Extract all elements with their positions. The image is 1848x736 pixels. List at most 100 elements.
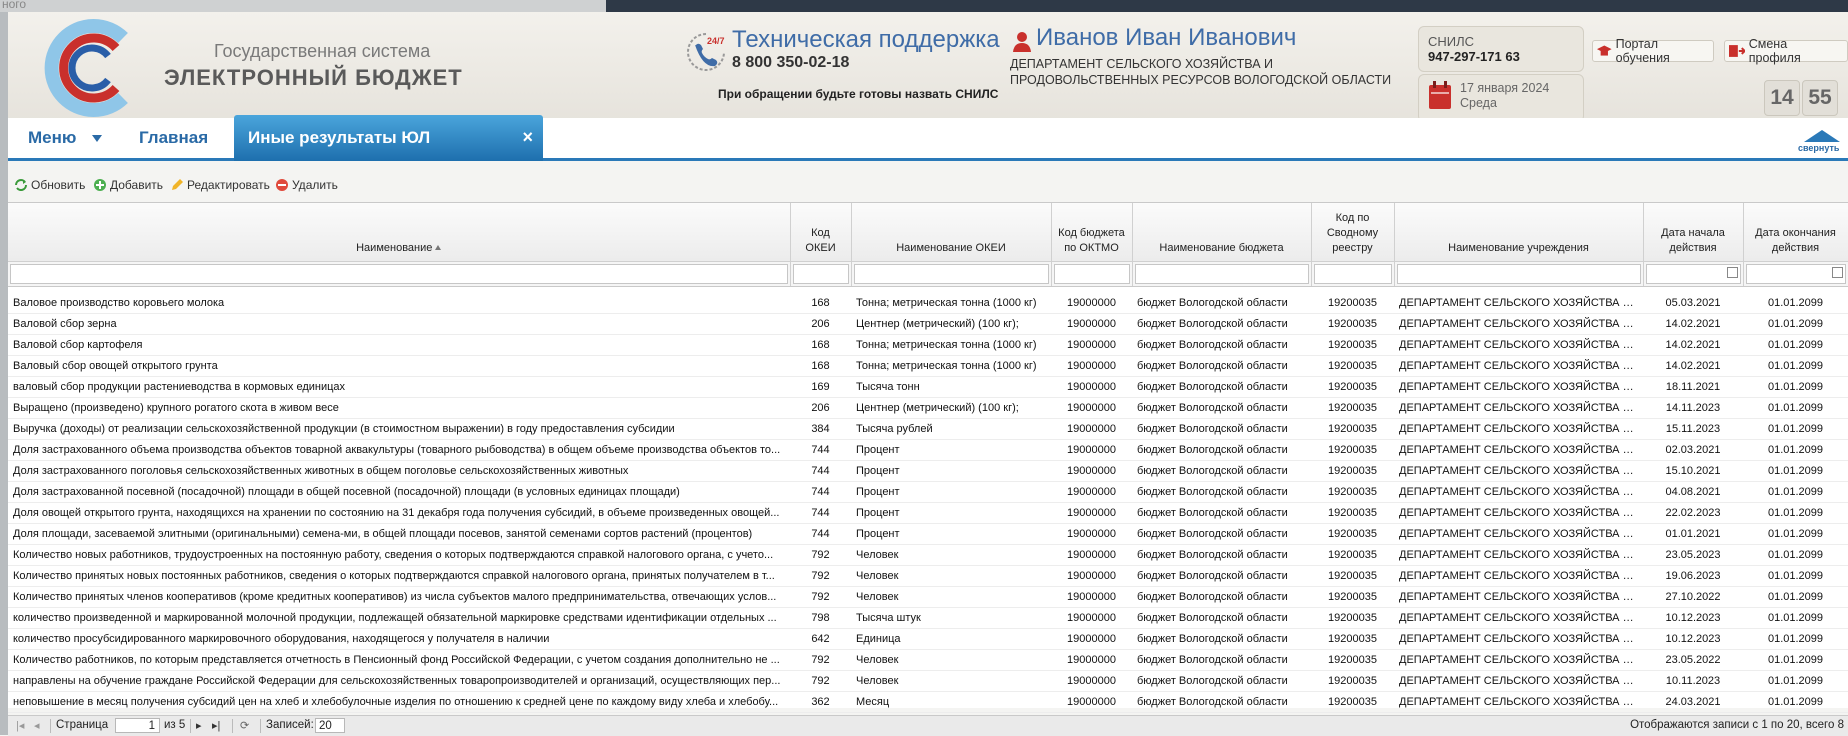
tab-home[interactable]: Главная [139,128,208,148]
menu-tab[interactable]: Меню [28,128,76,148]
delete-label: Удалить [292,178,338,192]
col-okei-code-l2: ОКЕИ [805,242,836,254]
table-row[interactable]: Количество работников, по которым предст… [8,649,1848,671]
cell-okei: 798 [790,607,851,629]
col-okei-code[interactable]: Код ОКЕИ [790,203,852,262]
cell-reg: 19200035 [1311,628,1394,650]
filter-start-date-input[interactable] [1645,264,1741,284]
col-budget-code[interactable]: Код бюджета по ОКТМО [1051,203,1133,262]
refresh-button[interactable]: Обновить [14,178,85,192]
cell-okei-name: Человек [851,586,1051,608]
cell-budget: бюджет Вологодской области [1132,670,1311,692]
app-header: Государственная система ЭЛЕКТРОННЫЙ БЮДЖ… [8,12,1848,122]
change-profile-button[interactable]: Смена профиля [1724,37,1848,65]
cell-name: Валовой сбор картофеля [8,334,790,356]
cell-oktmo: 19000000 [1051,670,1132,692]
chevron-down-icon[interactable] [92,135,102,142]
add-button[interactable]: Добавить [93,178,163,192]
cell-start: 10.12.2023 [1643,628,1743,650]
collapse-label[interactable]: свернуть [1798,143,1839,153]
table-row[interactable]: количество просубсидированного маркирово… [8,628,1848,650]
cell-reg: 19200035 [1311,481,1394,503]
col-institution[interactable]: Наименование учреждения [1394,203,1644,262]
filter-cell [1132,261,1312,287]
table-row[interactable]: Доля застрахованной посевной (посадочной… [8,481,1848,503]
table-row[interactable]: Валовое производство коровьего молока 168… [8,293,1848,314]
cell-okei: 792 [790,565,851,587]
sort-asc-icon[interactable] [435,245,442,250]
delete-button[interactable]: Удалить [275,178,338,192]
page-input[interactable]: 1 [115,718,160,733]
col-start-date[interactable]: Дата начала действия [1643,203,1744,262]
table-row[interactable]: Выручка (доходы) от реализации сельскохо… [8,418,1848,440]
filter-end-date-input[interactable] [1745,264,1846,284]
col-registry-code[interactable]: Код по Сводному реестру [1311,203,1395,262]
table-row[interactable]: Доля площади, засеваемой элитными (ориги… [8,523,1848,545]
tab-bar: Меню Главная Иные результаты ЮЛ × [8,115,1848,161]
cell-budget: бюджет Вологодской области [1132,355,1311,377]
table-row[interactable]: Валовый сбор овощей открытого грунта 168 Т… [8,355,1848,377]
cell-okei: 792 [790,586,851,608]
prev-page-icon[interactable]: ◂ [34,720,46,732]
last-page-icon[interactable]: ▸| [212,720,224,732]
first-page-icon[interactable]: |◂ [16,720,28,732]
col-okei-name[interactable]: Наименование ОКЕИ [851,203,1052,262]
cell-budget: бюджет Вологодской области [1132,523,1311,545]
cell-start: 19.06.2023 [1643,565,1743,587]
cell-start: 04.08.2021 [1643,481,1743,503]
table-row[interactable]: Валовой сбор картофеля 168 Тонна; метричес… [8,334,1848,356]
cell-budget: бюджет Вологодской области [1132,586,1311,608]
records-input[interactable]: 20 [315,718,345,733]
filter-budget-name-input[interactable] [1134,264,1309,284]
filter-okei-name-input[interactable] [853,264,1049,284]
cell-okei-name: Тонна; метрическая тонна (1000 кг) [851,334,1051,356]
current-date: 17 января 2024 [1460,81,1550,95]
filter-budget-code-input[interactable] [1053,264,1130,284]
table-row[interactable]: Валовой сбор зерна 206 Центнер (метрически… [8,313,1848,335]
filter-okei-code-input[interactable] [792,264,849,284]
cell-oktmo: 19000000 [1051,293,1132,314]
table-row[interactable]: количество произведенной и маркированной… [8,607,1848,629]
table-row[interactable]: Доля застрахованного поголовья сельскохо… [8,460,1848,482]
date-picker-icon[interactable] [1726,267,1738,278]
cell-okei: 744 [790,439,851,461]
close-icon[interactable]: × [522,127,533,148]
date-picker-icon[interactable] [1831,267,1843,278]
filter-name-input[interactable] [10,264,788,284]
cell-end: 01.01.2099 [1743,670,1848,692]
table-row[interactable]: направлены на обучение граждане Российск… [8,670,1848,692]
table-row[interactable]: Доля овощей открытого грунта, находящихс… [8,502,1848,524]
cell-reg: 19200035 [1311,334,1394,356]
table-row[interactable]: неповышение в месяц получения субсидий ц… [8,691,1848,713]
cell-reg: 19200035 [1311,523,1394,545]
tab-active[interactable]: Иные результаты ЮЛ × [234,115,543,161]
edit-button[interactable]: Редактировать [170,178,270,192]
strip-text: ного [2,0,27,11]
cell-oktmo: 19000000 [1051,628,1132,650]
col-budget-code-l1: Код бюджета [1058,227,1125,239]
col-end-date[interactable]: Дата окончания действия [1743,203,1848,262]
filter-institution-input[interactable] [1396,264,1641,284]
table-row[interactable]: Количество принятых новых постоянных раб… [8,565,1848,587]
cell-reg: 19200035 [1311,397,1394,419]
cell-start: 05.03.2021 [1643,293,1743,314]
left-gutter [0,12,8,735]
portal-button[interactable]: Портал обучения [1592,37,1714,65]
table-row[interactable]: Доля застрахованного объема производства… [8,439,1848,461]
filter-registry-input[interactable] [1313,264,1392,284]
col-budget-name[interactable]: Наименование бюджета [1132,203,1312,262]
cell-okei: 168 [790,334,851,356]
table-row[interactable]: Количество принятых членов кооперативов … [8,586,1848,608]
next-page-icon[interactable]: ▸ [196,720,208,732]
cell-inst: ДЕПАРТАМЕНТ СЕЛЬСКОГО ХОЗЯЙСТВА И П... [1394,313,1643,335]
user-name[interactable]: Иванов Иван Иванович [1036,24,1296,52]
col-registry-l1: Код по [1335,212,1370,224]
table-row[interactable]: валовый сбор продукции растениеводства в… [8,376,1848,398]
table-row[interactable]: Выращено (произведено) крупного рогатого… [8,397,1848,419]
col-end-l2: действия [1771,242,1820,254]
table-row[interactable]: Количество новых работников, трудоустрое… [8,544,1848,566]
cell-reg: 19200035 [1311,544,1394,566]
cell-oktmo: 19000000 [1051,691,1132,713]
col-name[interactable]: Наименование [8,203,791,262]
refresh-icon[interactable]: ⟳ [240,720,252,732]
